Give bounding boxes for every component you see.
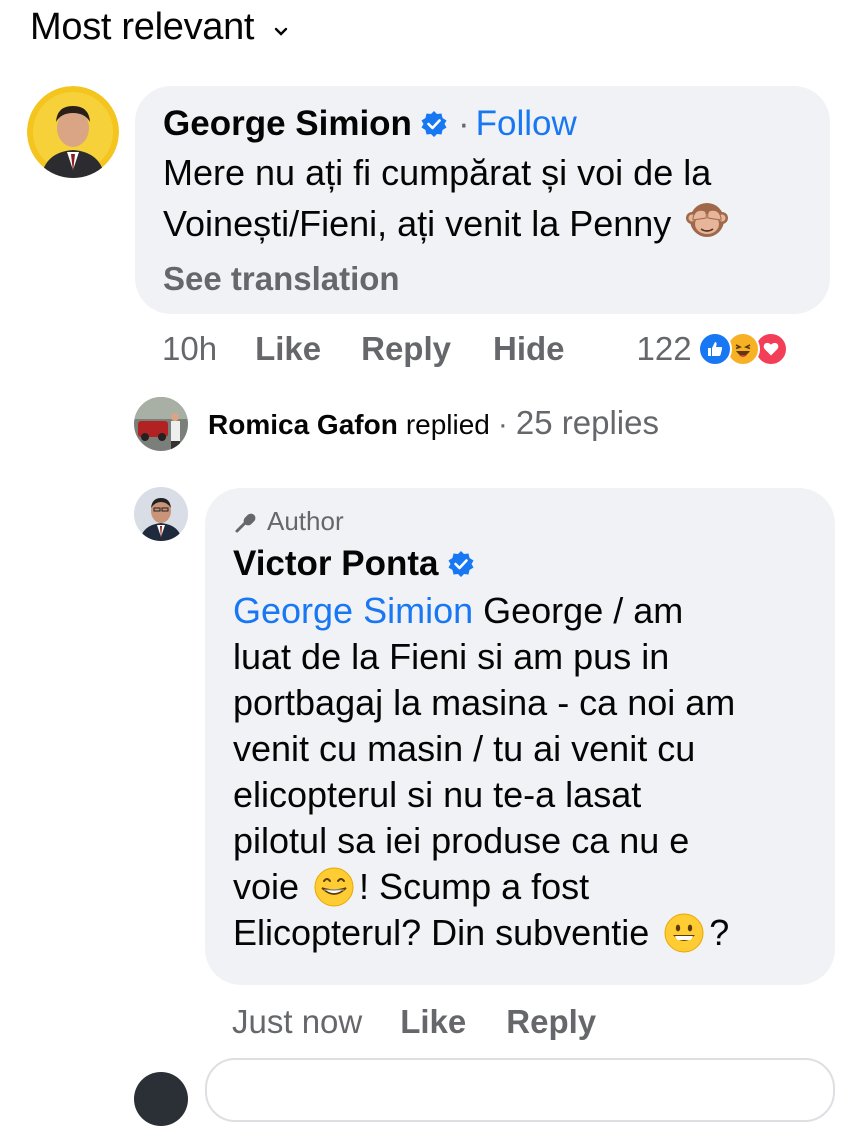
replied-label: replied [405,409,490,440]
reply-text-line: ! Scump a fost [359,866,590,907]
comment-text: Mere nu ați fi cumpărat și voi de la Voi… [163,150,729,251]
avatar[interactable] [134,397,188,451]
reply-text-line: elicopterul si nu te-a lasat [233,774,642,815]
reply-text: George Simion George / am luat de la Fie… [233,588,735,956]
comment-bubble: George Simion · Follow Mere nu ați fi cu… [135,86,830,314]
verified-badge-icon [420,110,448,138]
sort-label: Most relevant [30,6,255,48]
reply-button[interactable]: Reply [506,1003,596,1041]
separator-dot: · [457,104,470,143]
like-button[interactable]: Like [255,330,321,368]
verified-badge-icon [447,550,475,578]
view-replies-link[interactable]: Romica Gafon replied · 25 replies [208,404,659,442]
comment-text-line: Voinești/Fieni, ați venit la Penny [163,202,672,244]
reply-composer[interactable] [205,1058,835,1122]
reply-count: 25 replies [515,404,659,441]
reply-text-line: venit cu masin / tu ai venit cu [233,728,696,769]
like-reaction-icon [697,332,732,366]
reply-timestamp[interactable]: Just now [232,1003,362,1041]
comment-author-name[interactable]: George Simion [163,104,412,144]
follow-button[interactable]: Follow [476,104,577,144]
replier-name: Romica Gafon [208,409,398,440]
smiling-face-icon [663,912,705,954]
hide-button[interactable]: Hide [493,330,565,368]
comment-header: George Simion · Follow [163,104,577,144]
comment-text-line: Mere nu ați fi cumpărat și voi de la [163,152,712,193]
reply-bubble: Author Victor Ponta George Simion George… [205,488,835,985]
author-badge: Author [233,506,344,537]
reaction-count[interactable]: 122 [637,330,692,368]
reply-actions: Just now Like Reply [232,1000,596,1044]
see-no-evil-monkey-icon [685,196,729,251]
avatar[interactable] [134,487,188,541]
reply-text-line: pilotul sa iei produse ca nu e [233,820,690,861]
reply-text-line: luat de la Fieni si am pus in [233,636,670,677]
reply-text-line: portbagaj la masina - ca noi am [233,682,736,723]
like-button[interactable]: Like [400,1003,466,1041]
reply-button[interactable]: Reply [361,330,451,368]
reply-author-name[interactable]: Victor Ponta [233,544,439,584]
reply-text-line: ? [709,912,730,953]
see-translation-link[interactable]: See translation [163,260,400,298]
reply-text-line: Elicopterul? Din subventie [233,912,650,953]
reply-text-line: voie [233,866,300,907]
avatar[interactable] [27,86,119,178]
comment-timestamp[interactable]: 10h [162,330,217,368]
reaction-icons[interactable] [697,332,788,366]
reply-text-line: George / am [483,590,684,631]
comment-actions: 10h Like Reply Hide 122 [162,328,842,370]
chevron-down-icon [274,17,288,43]
author-badge-label: Author [267,506,344,536]
reply-header: Victor Ponta [233,544,475,584]
mention-link[interactable]: George Simion [233,590,473,631]
avatar[interactable] [134,1072,188,1126]
grinning-face-icon [313,866,355,908]
separator-dot: · [497,408,508,441]
microphone-icon [233,509,259,535]
sort-dropdown[interactable]: Most relevant [30,6,288,49]
